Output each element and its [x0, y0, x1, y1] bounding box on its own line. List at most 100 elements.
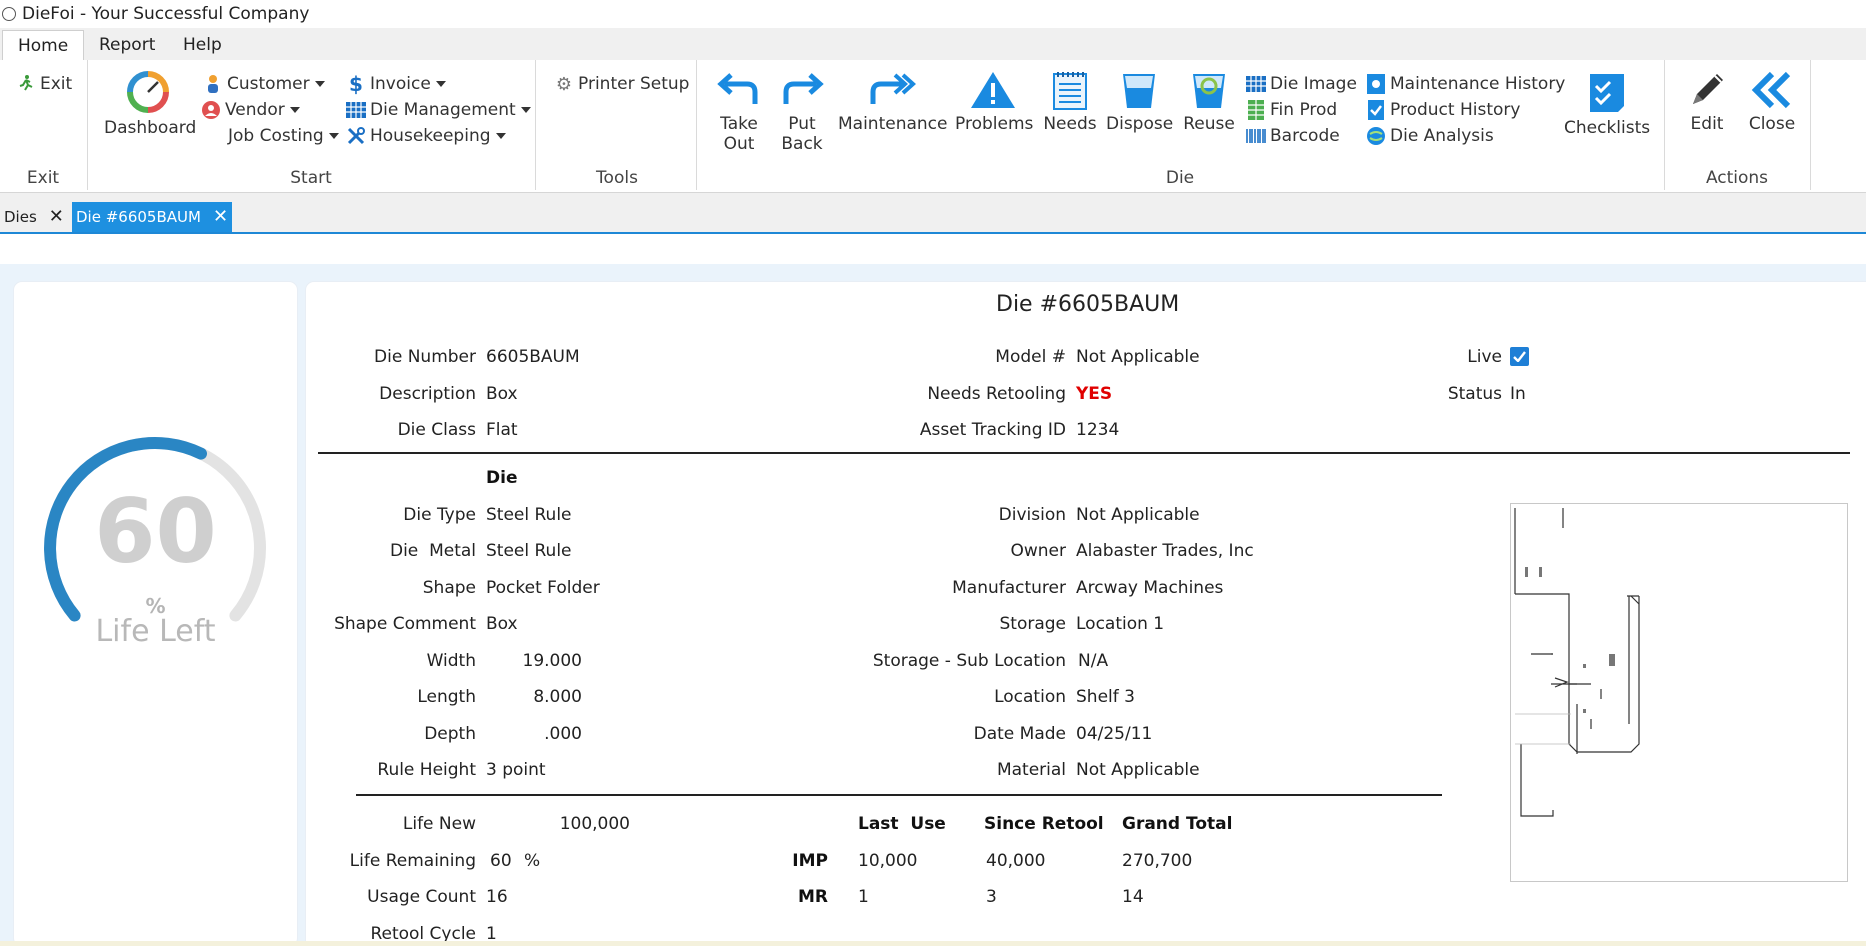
doc-tab-dies[interactable]: Dies ✕ — [0, 202, 68, 232]
window-title: DieFoi - Your Successful Company — [22, 4, 310, 24]
date-made-value: 04/25/11 — [1076, 724, 1153, 744]
document-tab-bar: Dies ✕ Die #6605BAUM ✕ — [0, 202, 1866, 234]
forward-arrow-icon — [870, 73, 916, 104]
width-value: 19.000 — [522, 651, 582, 671]
doc-tab-die-6605baum[interactable]: Die #6605BAUM ✕ — [72, 202, 233, 232]
dashboard-gauge-icon — [127, 71, 169, 113]
tab-home[interactable]: Home — [2, 30, 85, 60]
depth-value: .000 — [544, 724, 582, 744]
storage-sub-location-label: Storage - Sub Location — [872, 651, 1066, 671]
maintenance-history-button[interactable]: Maintenance History — [1366, 74, 1565, 94]
globe-analysis-icon — [1366, 126, 1386, 146]
die-class-value: Flat — [486, 420, 518, 440]
maintenance-button[interactable]: Maintenance — [838, 70, 947, 134]
life-remaining-unit: % — [524, 851, 541, 871]
checklists-button[interactable]: Checklists — [1564, 70, 1650, 138]
exit-button[interactable]: Exit — [16, 74, 72, 94]
product-history-button[interactable]: Product History — [1366, 100, 1520, 120]
owner-label: Owner — [1010, 541, 1066, 561]
grid-image-icon — [1246, 74, 1266, 94]
imp-last-use: 10,000 — [858, 851, 918, 871]
life-remaining-label: Life Remaining — [349, 851, 476, 871]
trash-bin-icon — [1123, 74, 1155, 108]
usage-count-label: Usage Count — [367, 887, 476, 907]
vendor-dropdown[interactable]: Vendor — [201, 100, 300, 120]
edit-button[interactable]: Edit — [1684, 70, 1730, 134]
storage-label: Storage — [999, 614, 1066, 634]
live-checkbox[interactable] — [1510, 347, 1529, 366]
column-header-last-use: Last Use — [858, 814, 946, 834]
imp-since-retool: 40,000 — [986, 851, 1046, 871]
mr-grand-total: 14 — [1122, 887, 1144, 907]
customer-dropdown[interactable]: Customer — [203, 74, 325, 94]
dashboard-button[interactable]: Dashboard — [104, 70, 196, 138]
needs-retooling-value: YES — [1076, 384, 1113, 404]
die-layout-drawing — [1514, 508, 1640, 817]
model-label: Model # — [995, 347, 1066, 367]
barcode-button[interactable]: Barcode — [1246, 126, 1340, 146]
group-label-exit: Exit — [26, 168, 60, 188]
invoice-dropdown[interactable]: $ Invoice — [346, 72, 446, 96]
close-icon[interactable]: ✕ — [213, 202, 228, 232]
life-new-value: 100,000 — [559, 814, 630, 834]
put-back-button[interactable]: Put Back — [776, 70, 828, 154]
problems-button[interactable]: Problems — [955, 70, 1033, 134]
tab-help[interactable]: Help — [168, 30, 237, 60]
rule-height-value: 3 point — [486, 760, 546, 780]
ribbon: Exit Exit Dashboard Customer Vendor Job … — [0, 60, 1866, 193]
imp-grand-total: 270,700 — [1122, 851, 1193, 871]
die-metal-label: Die Metal — [389, 541, 476, 561]
location-value: Shelf 3 — [1076, 687, 1135, 707]
dispose-button[interactable]: Dispose — [1106, 70, 1173, 134]
notepad-icon — [1053, 72, 1087, 110]
shape-value: Pocket Folder — [486, 578, 600, 598]
group-label-start: Start — [290, 168, 332, 188]
date-made-label: Date Made — [973, 724, 1066, 744]
die-image-preview[interactable] — [1510, 503, 1848, 882]
needs-button[interactable]: Needs — [1042, 70, 1098, 134]
die-type-label: Die Type — [403, 505, 476, 525]
window-bottom-edge — [0, 941, 1866, 946]
column-header-since-retool: Since Retool — [984, 814, 1104, 834]
reuse-button[interactable]: Reuse — [1180, 70, 1238, 134]
shape-label: Shape — [422, 578, 476, 598]
die-grid-icon — [346, 100, 366, 120]
needs-retooling-label: Needs Retooling — [927, 384, 1066, 404]
length-label: Length — [417, 687, 476, 707]
die-analysis-button[interactable]: Die Analysis — [1366, 126, 1494, 146]
redo-arrow-icon — [783, 73, 824, 104]
tab-report[interactable]: Report — [84, 30, 170, 60]
ribbon-tab-bar: Home Report Help — [0, 28, 1866, 60]
life-gauge-panel: 60 % Life Left — [14, 282, 297, 946]
die-management-dropdown[interactable]: Die Management — [346, 100, 531, 120]
section-title-die: Die — [486, 468, 518, 488]
die-type-value: Steel Rule — [486, 505, 572, 525]
manufacturer-label: Manufacturer — [952, 578, 1066, 598]
customer-person-icon — [203, 74, 223, 94]
rule-height-label: Rule Height — [377, 760, 476, 780]
job-costing-dropdown[interactable]: Job Costing — [228, 126, 339, 146]
group-divider — [1810, 60, 1811, 190]
group-divider — [535, 60, 536, 190]
die-image-button[interactable]: Die Image — [1246, 74, 1357, 94]
group-label-die: Die — [1165, 168, 1195, 188]
printer-setup-button[interactable]: ⚙ Printer Setup — [554, 74, 690, 95]
housekeeping-dropdown[interactable]: Housekeeping — [346, 126, 506, 146]
close-icon[interactable]: ✕ — [49, 202, 64, 232]
status-label: Status — [1447, 384, 1502, 404]
fin-prod-button[interactable]: Fin Prod — [1246, 100, 1337, 120]
mr-since-retool: 3 — [986, 887, 997, 907]
close-button[interactable]: Close — [1744, 70, 1800, 134]
group-divider — [696, 60, 697, 190]
group-label-actions: Actions — [1705, 168, 1769, 188]
group-divider — [1664, 60, 1665, 190]
column-header-grand-total: Grand Total — [1122, 814, 1233, 834]
barcode-icon — [1246, 126, 1266, 146]
gauge-label: Life Left — [95, 614, 216, 649]
spreadsheet-icon — [1246, 100, 1266, 120]
location-label: Location — [994, 687, 1066, 707]
storage-sub-location-value: N/A — [1078, 651, 1109, 671]
take-out-button[interactable]: Take Out — [713, 70, 765, 154]
model-value: Not Applicable — [1076, 347, 1200, 367]
material-label: Material — [996, 760, 1066, 780]
